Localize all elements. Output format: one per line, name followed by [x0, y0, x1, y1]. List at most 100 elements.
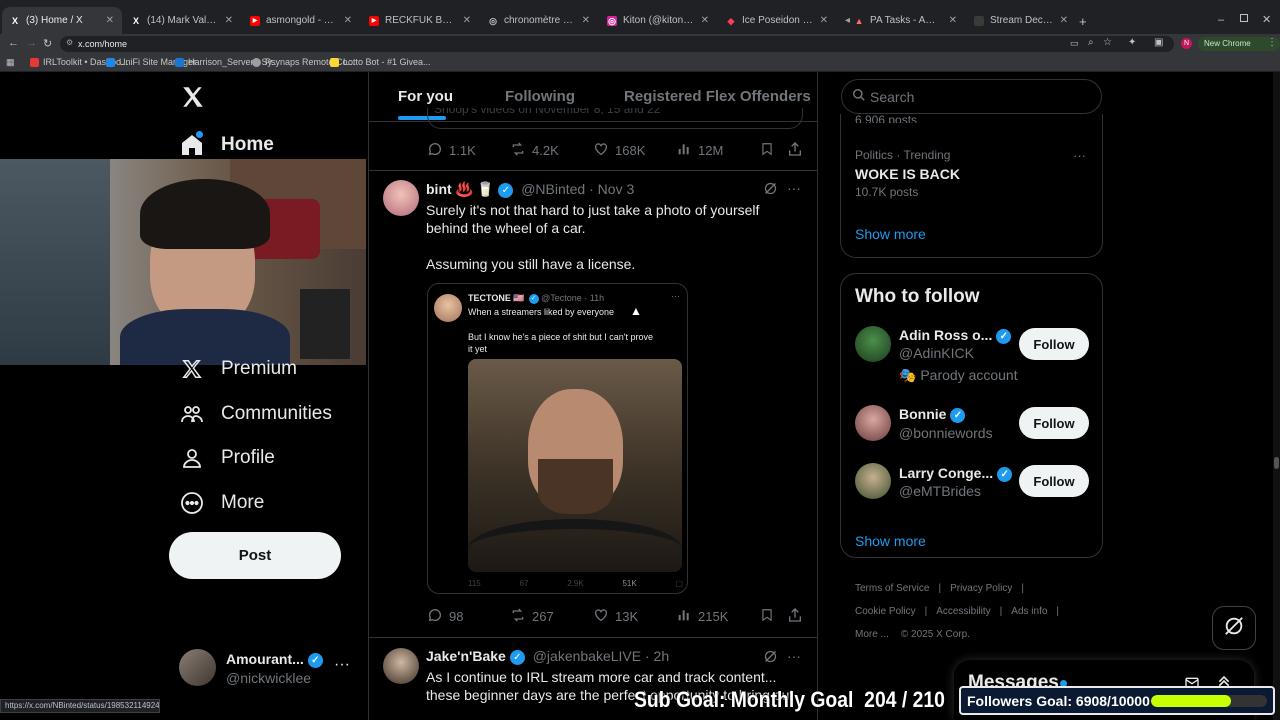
show-more-follow[interactable]: Show more [855, 533, 926, 549]
suggestion-avatar[interactable] [855, 463, 891, 499]
close-tab-icon[interactable]: ✕ [225, 15, 233, 26]
nav-home[interactable]: Home [180, 133, 274, 157]
reload-icon[interactable]: ↻ [43, 37, 52, 50]
footer-terms[interactable]: Terms of Service [855, 583, 929, 594]
close-tab-icon[interactable]: ✕ [463, 15, 471, 26]
tweet-author-handle[interactable]: @NBinted [521, 181, 585, 197]
page-scrollbar[interactable] [1273, 72, 1280, 720]
close-tab-icon[interactable]: ✕ [949, 15, 957, 26]
url-text[interactable]: x.com/home [78, 39, 127, 49]
tweet2-author-name[interactable]: Jake'n'Bake [426, 648, 506, 664]
quote-image[interactable] [468, 359, 682, 572]
footer-cookie[interactable]: Cookie Policy [855, 606, 916, 617]
like-button[interactable]: 13K [593, 607, 638, 626]
show-more-trends[interactable]: Show more [855, 226, 926, 242]
jakenbake-avatar[interactable] [383, 648, 419, 684]
footer-ads[interactable]: Ads info [1011, 606, 1047, 617]
forward-icon[interactable]: → [26, 37, 37, 49]
tab-following[interactable]: Following [505, 88, 575, 105]
tab-home-x[interactable]: X (3) Home / X ✕ [2, 7, 122, 34]
tab-pa-tasks[interactable]: ◂ ▲ PA Tasks - Amer Muwaqet De... ✕ [837, 7, 965, 34]
sidepanel-icon[interactable]: ▣ [1154, 37, 1163, 48]
trend-more-icon[interactable]: ··· [1073, 148, 1086, 163]
bookmark-lotto[interactable]: Lotto Bot - #1 Givea... [330, 57, 431, 67]
bookmark-star-icon[interactable]: ☆ [1103, 37, 1112, 48]
tab-chronometre[interactable]: ◎ chronomètre souverain nacre ... ✕ [480, 7, 598, 34]
share-icon[interactable] [787, 607, 803, 628]
reply-button[interactable]: 98 [427, 607, 463, 626]
tweet2-author-handle[interactable]: @jakenbakeLIVE [533, 648, 641, 664]
scrollbar-thumb[interactable] [1274, 457, 1279, 469]
footer-accessibility[interactable]: Accessibility [936, 606, 990, 617]
suggestion-name-row[interactable]: Bonnie ✓ [899, 406, 966, 423]
extensions-icon[interactable]: ✦ [1128, 37, 1136, 48]
close-tab-icon[interactable]: ✕ [344, 15, 352, 26]
prev-repost-button[interactable]: 4.2K [510, 141, 559, 160]
post-button[interactable]: Post [169, 532, 341, 579]
quote-tweet-card[interactable]: TECTONE 🇺🇸 ✓ @Tectone · 11h ··· When a st… [427, 283, 688, 594]
suggestion-name-row[interactable]: Adin Ross o... ✓ [899, 327, 1012, 344]
grok-icon[interactable] [763, 649, 778, 669]
close-tab-icon[interactable]: ✕ [820, 15, 828, 26]
nav-more[interactable]: More [180, 491, 264, 515]
apps-grid-icon[interactable]: ▦ [6, 57, 15, 68]
nav-premium[interactable]: Premium [180, 357, 297, 381]
maximize-icon[interactable] [1240, 14, 1248, 22]
repost-button[interactable]: 267 [510, 607, 554, 626]
footer-privacy[interactable]: Privacy Policy [950, 583, 1012, 594]
site-info-icon[interactable]: ⚙ [66, 38, 73, 47]
close-tab-icon[interactable]: ✕ [701, 15, 709, 26]
audio-playing-icon[interactable]: ◂ [845, 15, 850, 26]
profile-avatar[interactable]: N [1181, 38, 1192, 49]
tab-for-you[interactable]: For you [398, 88, 453, 105]
tweet-more-icon[interactable]: ··· [787, 648, 801, 664]
bookmark-icon[interactable] [760, 607, 774, 628]
prev-like-button[interactable]: 168K [593, 141, 645, 160]
x-logo-icon[interactable] [180, 84, 206, 110]
tweet-author-name[interactable]: bint [426, 181, 452, 197]
tweet2-date[interactable]: · 2h [645, 648, 669, 664]
cast-icon[interactable]: ▭ [1070, 38, 1079, 49]
zoom-icon[interactable]: ⌕ [1088, 37, 1094, 48]
tab-kiton[interactable]: ◎ Kiton (@kiton) • Instagram phe... ✕ [599, 7, 717, 34]
tab-registered-flex-offenders[interactable]: Registered Flex Offenders [624, 88, 811, 105]
suggestion-name-row[interactable]: Larry Conge... ✓ [899, 465, 1013, 482]
account-switcher[interactable]: Amourant... ✓ @nickwicklee ··· [170, 644, 360, 694]
account-more-icon[interactable]: ··· [334, 656, 350, 674]
footer-more[interactable]: More ... [855, 629, 889, 640]
follow-button[interactable]: Follow [1019, 328, 1089, 360]
tab-mark-valorian[interactable]: X (14) Mark Valorian on X: "@RFK... ✕ [123, 7, 241, 34]
trend-title[interactable]: WOKE IS BACK [855, 166, 960, 182]
follow-button[interactable]: Follow [1019, 465, 1089, 497]
prev-quote-card[interactable]: Snoop's videos on November 8, 15 and 22 [427, 108, 803, 129]
tweet-date[interactable]: · Nov 3 [589, 181, 634, 197]
close-window-icon[interactable]: ✕ [1262, 13, 1271, 26]
nav-profile[interactable]: Profile [180, 446, 275, 470]
close-tab-icon[interactable]: ✕ [106, 15, 114, 26]
tab-asmongold[interactable]: ▶ asmongold - YouTube ✕ [242, 7, 360, 34]
bint-avatar[interactable] [383, 180, 419, 216]
prev-views-button[interactable]: 12M [676, 141, 723, 160]
bookmark-icon[interactable] [760, 141, 774, 162]
grok-icon[interactable] [763, 181, 778, 201]
tab-stream-deck[interactable]: Stream Deck Plugins | Elgato M... ✕ [966, 7, 1076, 34]
menu-dots-icon[interactable]: ⋮ [1267, 37, 1277, 48]
address-bar[interactable]: ⚙ x.com/home ▭ ⌕ ☆ [60, 36, 1174, 52]
views-button[interactable]: 215K [676, 607, 728, 626]
search-input[interactable]: Search [870, 89, 914, 105]
suggestion-avatar[interactable] [855, 405, 891, 441]
close-tab-icon[interactable]: ✕ [1060, 15, 1068, 26]
minimize-icon[interactable]: – [1218, 14, 1224, 26]
tweet-more-icon[interactable]: ··· [787, 180, 801, 196]
close-tab-icon[interactable]: ✕ [582, 15, 590, 26]
nav-communities[interactable]: Communities [180, 402, 332, 426]
back-icon[interactable]: ← [8, 37, 19, 49]
new-tab-icon[interactable]: + [1079, 14, 1087, 29]
follow-button[interactable]: Follow [1019, 407, 1089, 439]
tab-ice-poseidon[interactable]: ◆ Ice Poseidon | Tea Time with By... ✕ [718, 7, 836, 34]
suggestion-avatar[interactable] [855, 326, 891, 362]
search-box[interactable]: Search [841, 79, 1102, 114]
prev-reply-button[interactable]: 1.1K [427, 141, 476, 160]
share-icon[interactable] [787, 141, 803, 162]
grok-floating-button[interactable] [1212, 606, 1256, 650]
